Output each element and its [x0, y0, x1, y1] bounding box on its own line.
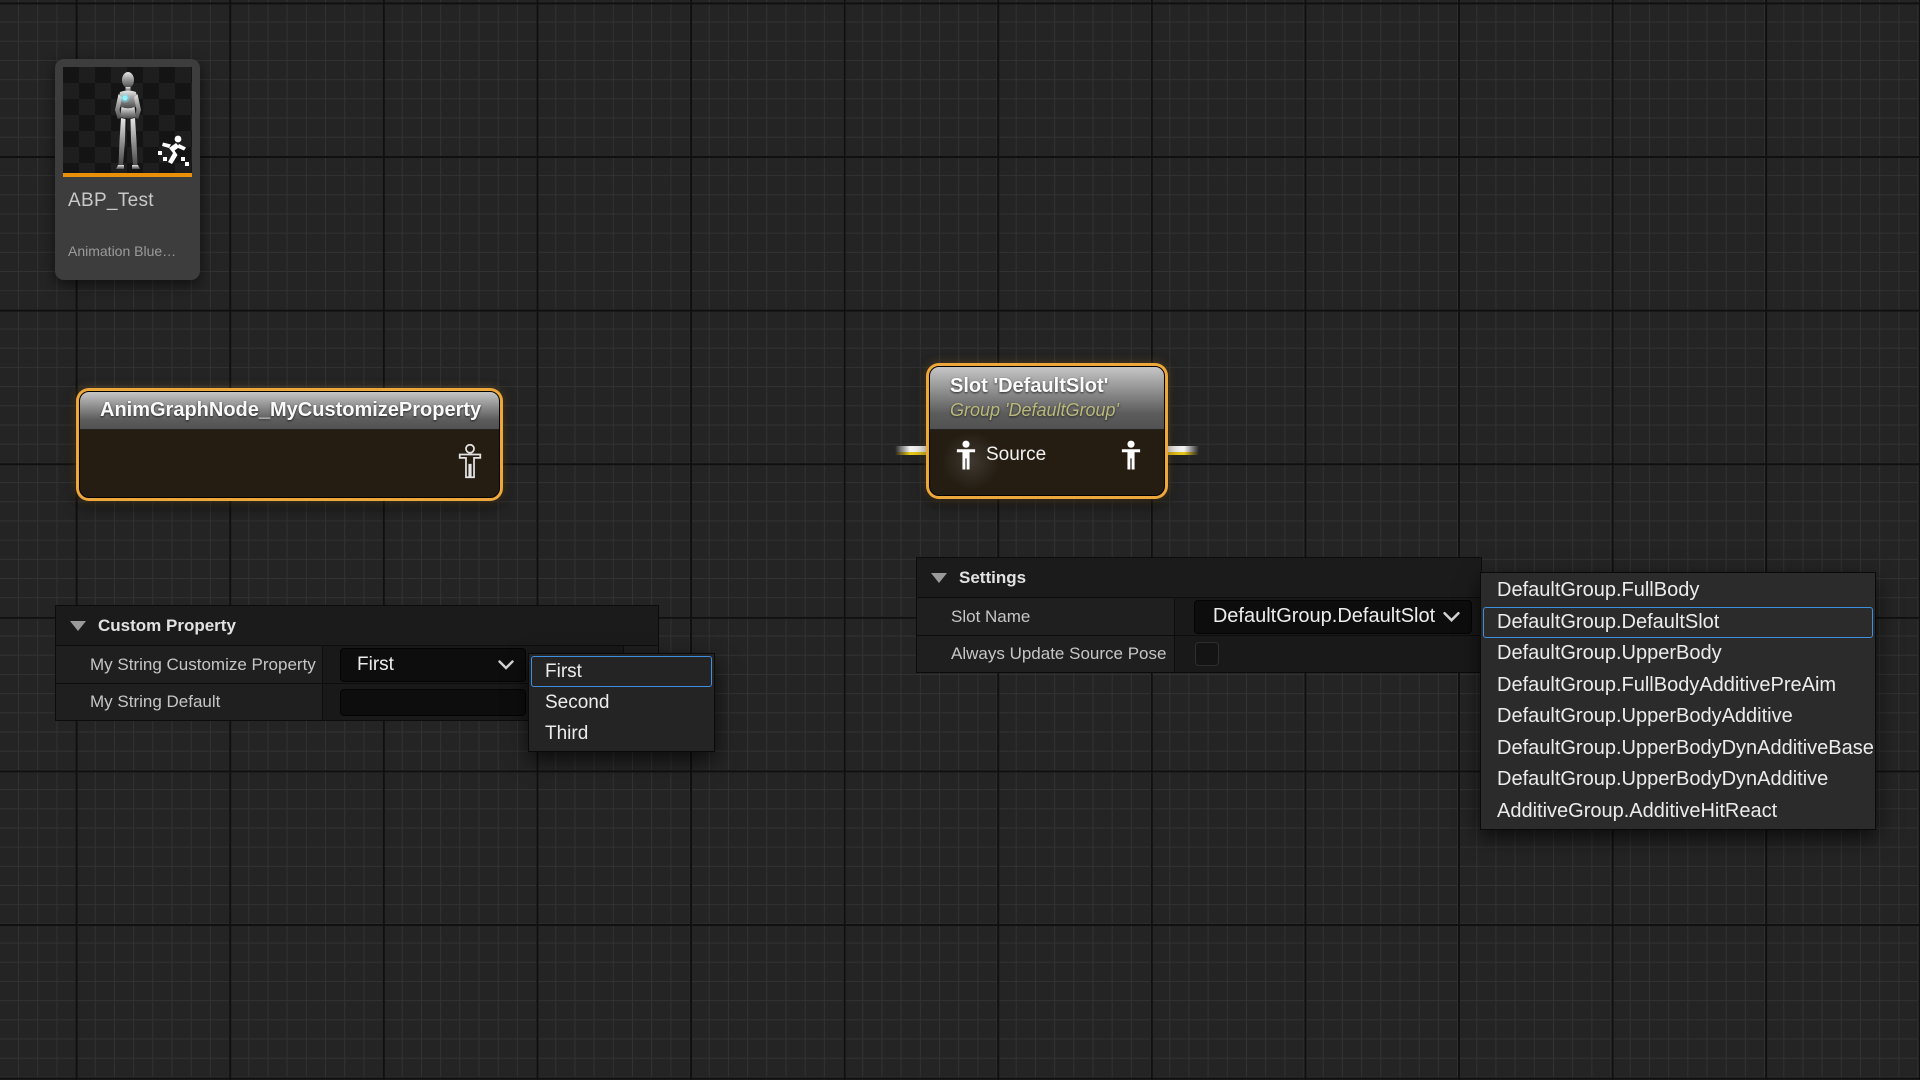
slot-option[interactable]: DefaultGroup.FullBody	[1483, 575, 1873, 607]
enum-option-second[interactable]: Second	[531, 687, 712, 718]
graph-canvas[interactable]: ABP_Test Animation Blue… AnimGraphNode_M…	[0, 0, 1920, 1080]
settings-panel-header[interactable]: Settings	[917, 558, 1481, 598]
pose-wire-left	[895, 446, 928, 455]
output-pose-pin-icon[interactable]	[1120, 440, 1142, 471]
slot-option[interactable]: DefaultGroup.UpperBody	[1483, 638, 1873, 670]
enum-option-third[interactable]: Third	[531, 718, 712, 749]
my-string-customize-combo[interactable]: First	[340, 648, 526, 682]
source-pin-label: Source	[986, 444, 1046, 466]
node-subtitle: Group 'DefaultGroup'	[950, 400, 1144, 421]
combo-value: First	[341, 654, 394, 676]
slot-option[interactable]: AdditiveGroup.AdditiveHitReact	[1483, 796, 1873, 828]
chevron-down-icon	[1443, 611, 1460, 622]
property-label: Always Update Source Pose	[917, 636, 1175, 672]
slot-option[interactable]: DefaultGroup.UpperBodyAdditive	[1483, 701, 1873, 733]
output-pose-pin-icon[interactable]	[457, 444, 483, 479]
property-value-cell	[1175, 636, 1481, 672]
asset-type-label: Animation Blue…	[68, 243, 176, 259]
always-update-source-pose-checkbox[interactable]	[1195, 642, 1219, 666]
node-header[interactable]: Slot 'DefaultSlot' Group 'DefaultGroup'	[930, 367, 1164, 430]
combo-value: DefaultGroup.DefaultSlot	[1213, 605, 1435, 628]
custom-property-panel-header[interactable]: Custom Property	[56, 606, 658, 646]
node-title: AnimGraphNode_MyCustomizeProperty	[100, 399, 479, 422]
slot-name-combo[interactable]: DefaultGroup.DefaultSlot	[1194, 600, 1472, 634]
enum-dropdown-popup: First Second Third	[528, 653, 715, 752]
node-body: Source	[930, 430, 1164, 495]
property-label: My String Customize Property	[56, 646, 323, 683]
pose-wire-right	[1166, 446, 1199, 455]
slot-option[interactable]: DefaultGroup.UpperBodyDynAdditiveBase	[1483, 733, 1873, 765]
asset-title: ABP_Test	[68, 190, 154, 212]
slot-option[interactable]: DefaultGroup.UpperBodyDynAdditive	[1483, 764, 1873, 796]
property-label: My String Default	[56, 684, 323, 720]
slot-name-dropdown-popup: DefaultGroup.FullBody DefaultGroup.Defau…	[1480, 572, 1876, 830]
my-string-default-input[interactable]	[340, 689, 526, 716]
enum-option-first[interactable]: First	[531, 656, 712, 687]
node-title: Slot 'DefaultSlot'	[950, 375, 1144, 398]
property-row-always-update-source-pose: Always Update Source Pose	[917, 636, 1481, 672]
source-pose-pin-icon[interactable]	[955, 440, 977, 471]
property-label: Slot Name	[917, 598, 1175, 635]
chevron-down-icon	[498, 660, 514, 670]
asset-thumbnail	[63, 67, 192, 177]
slot-option[interactable]: DefaultGroup.DefaultSlot	[1483, 607, 1873, 639]
node-anim-graph-customize-property[interactable]: AnimGraphNode_MyCustomizeProperty	[76, 388, 503, 501]
slot-option[interactable]: DefaultGroup.FullBodyAdditivePreAim	[1483, 670, 1873, 702]
settings-panel: Settings Slot Name DefaultGroup.DefaultS…	[916, 557, 1482, 673]
node-header[interactable]: AnimGraphNode_MyCustomizeProperty	[80, 392, 499, 430]
asset-card-abp-test[interactable]: ABP_Test Animation Blue…	[55, 59, 200, 280]
panel-header-label: Custom Property	[98, 616, 236, 636]
panel-header-label: Settings	[959, 568, 1026, 588]
property-value-cell: DefaultGroup.DefaultSlot	[1175, 598, 1481, 635]
collapse-arrow-icon[interactable]	[70, 621, 86, 631]
collapse-arrow-icon[interactable]	[931, 573, 947, 583]
node-slot-default-slot[interactable]: Slot 'DefaultSlot' Group 'DefaultGroup' …	[926, 363, 1168, 499]
node-body	[80, 430, 499, 497]
animation-running-man-icon	[152, 133, 190, 167]
property-row-slot-name: Slot Name DefaultGroup.DefaultSlot	[917, 598, 1481, 636]
